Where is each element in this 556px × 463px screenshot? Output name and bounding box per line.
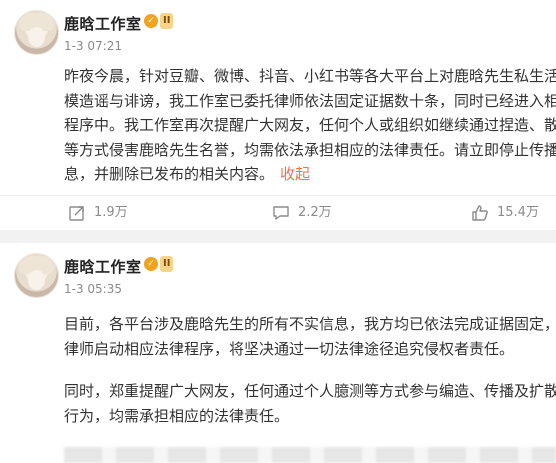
verified-icon: ✓ xyxy=(144,257,158,271)
content-line xyxy=(64,361,556,379)
post-content: 昨夜今晨，针对豆瓣、微博、抖音、小红书等各大平台上对鹿晗先生私生活 模造谣与诽谤… xyxy=(64,64,556,187)
repost-count: 1.9万 xyxy=(94,205,128,220)
comment-icon xyxy=(273,206,289,220)
vip-badge: II xyxy=(160,256,174,272)
like-count: 15.4万 xyxy=(497,205,539,220)
post-separator xyxy=(0,230,556,243)
author-name[interactable]: 鹿晗工作室 xyxy=(64,13,142,34)
author-name[interactable]: 鹿晗工作室 xyxy=(64,256,142,277)
content-line: 息，并删除已发布的相关内容。 xyxy=(64,165,275,183)
weibo-post: 鹿晗工作室 ✓ II 1-3 07:21 昨夜今晨，针对豆瓣、微博、抖音、小红书… xyxy=(0,0,556,230)
repost-icon xyxy=(69,206,84,221)
content-line: 目前，各平台涉及鹿晗先生的所有不实信息，我方均已依法完成证据固定， xyxy=(64,315,556,333)
content-line: 昨夜今晨，针对豆瓣、微博、抖音、小红书等各大平台上对鹿晗先生私生活 xyxy=(64,67,556,85)
content-line: 律师启动相应法律程序，将坚决通过一切法律途径追究侵权者责任。 xyxy=(64,339,515,358)
content-line: 程序中。我工作室再次提醒广大网友，任何个人或组织如继续通过捏造、散 xyxy=(64,116,556,134)
verified-icon: ✓ xyxy=(144,14,158,28)
avatar[interactable] xyxy=(14,253,59,298)
comment-count: 2.2万 xyxy=(298,205,332,220)
content-line: 模造谣与诽谤，我工作室已委托律师依法固定证据数十条，同时已经进入相 xyxy=(64,91,556,110)
content-line: 同时，郑重提醒广大网友，任何通过个人臆测等方式参与编造、传播及扩散 xyxy=(64,382,556,400)
vip-badge: II xyxy=(160,13,174,29)
collapse-link[interactable]: 收起 xyxy=(280,165,310,183)
post-time[interactable]: 1-3 05:35 xyxy=(64,282,122,296)
post-content: 目前，各平台涉及鹿晗先生的所有不实信息，我方均已依法完成证据固定， 律师启动相应… xyxy=(64,312,556,428)
action-bar: 1.9万 2.2万 15.4万 xyxy=(0,195,556,230)
avatar[interactable] xyxy=(14,10,59,55)
post-time[interactable]: 1-3 07:21 xyxy=(64,39,122,53)
content-line: 等方式侵害鹿晗先生名誉，均需依法承担相应的法律责任。请立即停止传播 xyxy=(64,140,556,159)
bottom-fade xyxy=(60,422,556,463)
like-icon xyxy=(472,205,488,221)
